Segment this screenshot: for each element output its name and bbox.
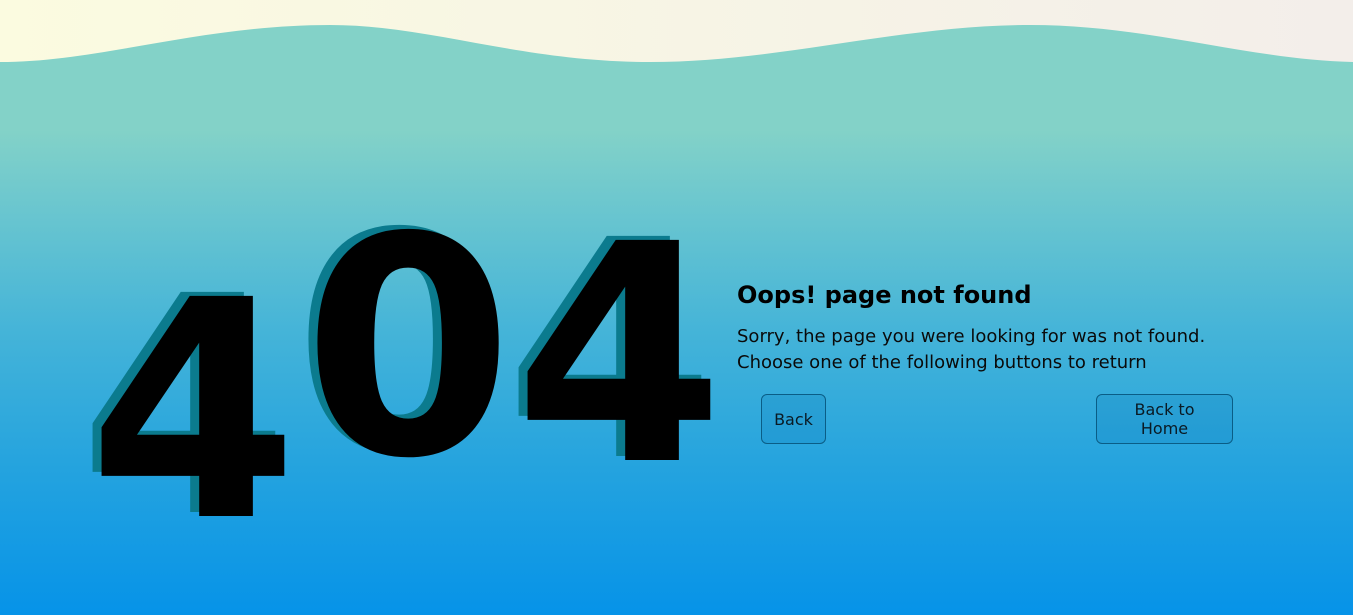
error-digit-four-right: 4 [514, 181, 725, 532]
description-line-2: Choose one of the following buttons to r… [737, 352, 1147, 373]
error-description: Sorry, the page you were looking for was… [737, 324, 1257, 376]
error-digit-zero: 0 [303, 174, 514, 525]
back-button[interactable]: Back [761, 394, 826, 444]
error-digit-four-left: 4 [88, 237, 299, 588]
error-code-404: 4 0 4 [0, 0, 740, 615]
page-title: Oops! page not found [737, 281, 1032, 309]
back-to-home-button[interactable]: Back to Home [1096, 394, 1233, 444]
description-line-1: Sorry, the page you were looking for was… [737, 326, 1206, 347]
error-message: Oops! page not found Sorry, the page you… [737, 279, 1257, 376]
